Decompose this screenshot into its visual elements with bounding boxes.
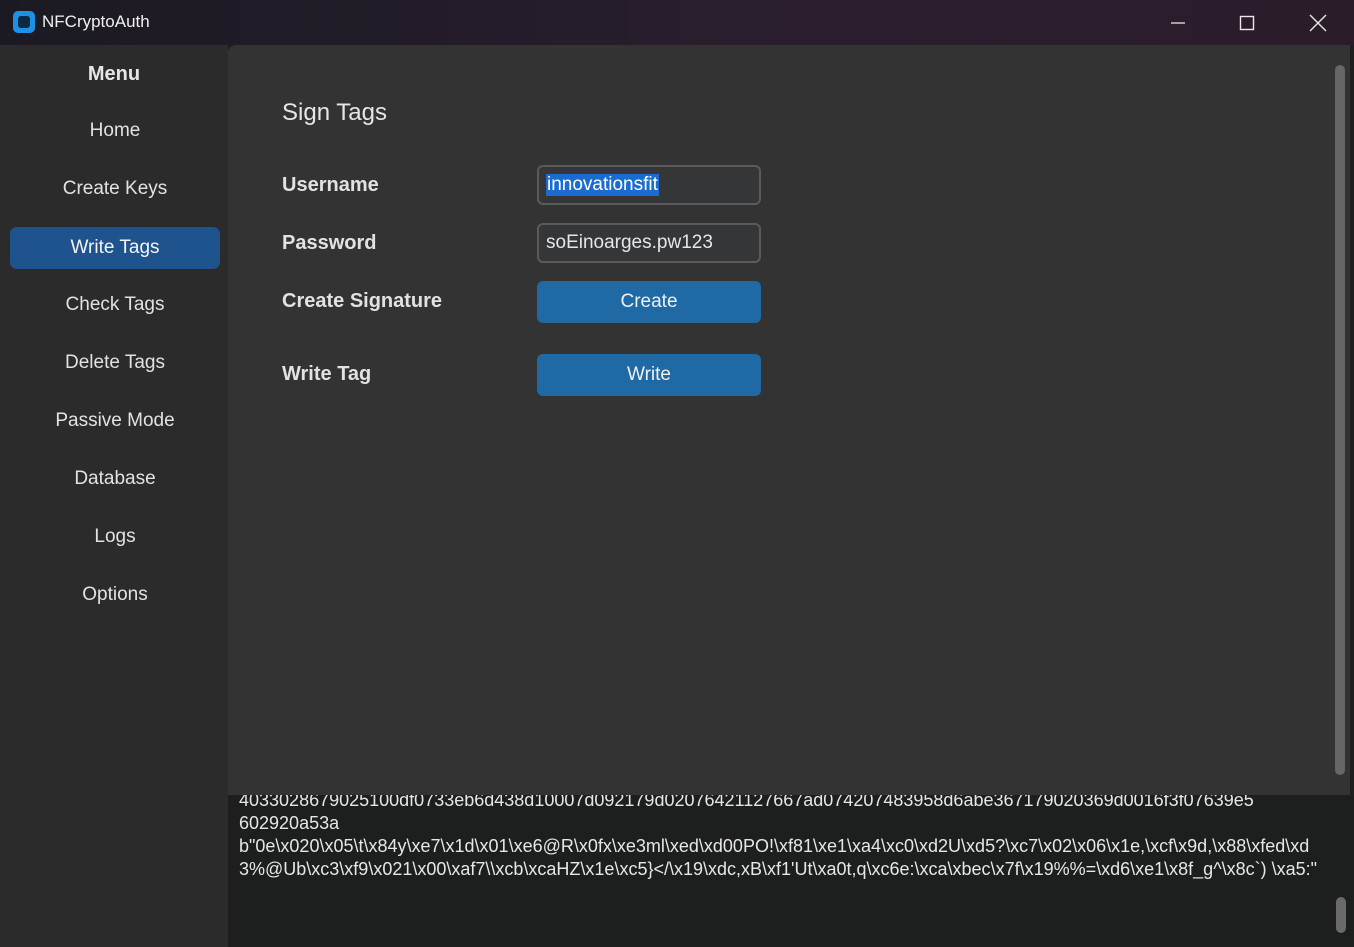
title-bar: NFCryptoAuth [0, 0, 1354, 45]
username-value: innovationsfit [546, 174, 659, 196]
sidebar-item-options[interactable]: Options [10, 574, 220, 616]
password-label: Password [282, 232, 377, 254]
console-line: b"0e\x020\x05\t\x84y\xe7\x1d\x01\xe6@R\x… [239, 836, 1318, 879]
sidebar-item-passive-mode[interactable]: Passive Mode [10, 400, 220, 442]
sidebar-item-database[interactable]: Database [10, 458, 220, 500]
console-line: 602920a53a [239, 813, 340, 833]
console-scrollbar-thumb[interactable] [1336, 897, 1346, 933]
window-title: NFCryptoAuth [42, 12, 150, 31]
console-text: 4033028679025100df0733eb6d438d10007d0921… [239, 795, 1329, 881]
create-button[interactable]: Create [537, 281, 761, 323]
console-output[interactable]: 4033028679025100df0733eb6d438d10007d0921… [228, 795, 1354, 947]
sidebar-item-logs[interactable]: Logs [10, 516, 220, 558]
write-button[interactable]: Write [537, 354, 761, 396]
sidebar: Menu Home Create Keys Write Tags Check T… [0, 45, 228, 947]
minimize-icon [1171, 21, 1185, 24]
create-button-label: Create [620, 291, 678, 312]
close-button[interactable] [1283, 0, 1353, 45]
password-value: soEinoarges.pw123 [546, 232, 713, 253]
write-button-label: Write [627, 364, 671, 385]
sidebar-item-label: Options [82, 584, 148, 605]
password-input[interactable]: soEinoarges.pw123 [537, 223, 761, 263]
sidebar-item-label: Write Tags [70, 237, 160, 258]
page-title: Sign Tags [282, 99, 387, 126]
sidebar-item-label: Logs [94, 526, 136, 547]
sidebar-item-label: Home [89, 120, 141, 141]
sidebar-item-check-tags[interactable]: Check Tags [10, 284, 220, 326]
username-input[interactable]: innovationsfit [537, 165, 761, 205]
minimize-button[interactable] [1143, 0, 1213, 45]
sidebar-item-delete-tags[interactable]: Delete Tags [10, 342, 220, 384]
username-label: Username [282, 174, 379, 196]
maximize-button[interactable] [1212, 0, 1282, 45]
close-icon [1309, 14, 1327, 31]
main-scrollbar[interactable] [1335, 65, 1345, 775]
sidebar-item-label: Passive Mode [55, 410, 175, 431]
main-panel: Sign Tags Username innovationsfit Passwo… [228, 45, 1350, 795]
console-line: 4033028679025100df0733eb6d438d10007d0921… [239, 795, 1254, 810]
sidebar-item-write-tags[interactable]: Write Tags [10, 227, 220, 269]
app-logo-icon [13, 11, 35, 33]
sidebar-item-label: Create Keys [62, 178, 168, 199]
sidebar-item-label: Database [74, 468, 156, 489]
sidebar-item-label: Delete Tags [65, 352, 165, 373]
sidebar-title: Menu [87, 63, 141, 85]
sidebar-item-home[interactable]: Home [10, 110, 220, 152]
write-tag-label: Write Tag [282, 363, 372, 385]
create-signature-label: Create Signature [282, 290, 443, 312]
main-scrollbar-thumb[interactable] [1335, 65, 1345, 775]
sidebar-item-label: Check Tags [65, 294, 165, 315]
sidebar-item-create-keys[interactable]: Create Keys [10, 168, 220, 210]
maximize-icon [1239, 15, 1255, 30]
